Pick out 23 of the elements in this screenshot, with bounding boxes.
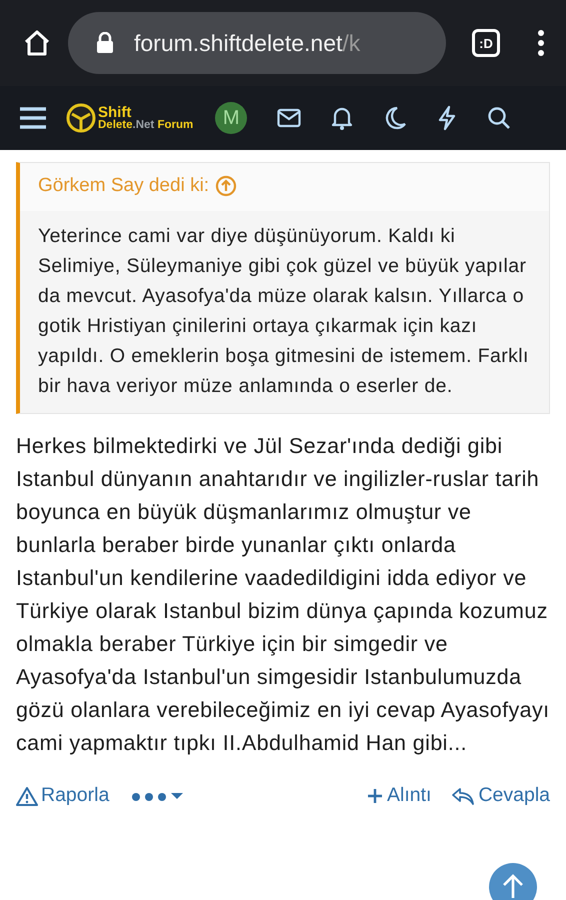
tabs-button[interactable]: :D: [472, 29, 500, 57]
reply-link[interactable]: Cevapla: [451, 784, 550, 807]
reply-arrow-icon: [451, 786, 476, 806]
site-logo[interactable]: Shift Delete.Net Forum: [66, 103, 194, 133]
url-text: forum.shiftdelete.net/k: [134, 30, 360, 56]
post-text: Herkes bilmektedirki ve Jül Sezar'ında dediği gibi Istanbul dünyanın anahtarıdır ve ingilizler-ruslar tarih boyunca en büyük düşmanlarımız olmuştur ve bunlarla beraber birde yunanlar çıktı onlarda Istanbul'un kendilerine vaadedildigini idda ediyor ve Türkiye olarak Istanbul bizim dünya çapında kozumuz olmakla beraber Türkiye için bir simgedir ve Ayasofya'da Istanbul'un simgesidir Istanbulumuzda gözü olanlara verebileceğimiz en iyi cevap Ayasofyayı cami yapmaktır tıpkı II.Abdulhamid Han gibi...: [16, 433, 550, 757]
lock-icon: [96, 32, 114, 54]
plus-icon: [366, 786, 384, 804]
envelope-icon[interactable]: [277, 108, 302, 128]
report-link[interactable]: Raporla: [16, 784, 110, 807]
menu-dots-icon[interactable]: [536, 29, 546, 57]
quote-text: Yeterince cami var diye düşünüyorum. Kaldı ki Selimiye, Süleymaniye gibi çok güzel ve büyük yapılar da mevcut. Ayasofya'da müze olarak kalsın. Yıllarca o gotik Hristiyan çinilerini ortaya çıkarmak için kazı yapıldı. O emeklerin boşa gitmesini de istemem. Farklı bir hava veriyor müze anlamında o eserler de.: [37, 224, 530, 399]
user-avatar[interactable]: M: [215, 102, 248, 134]
home-icon[interactable]: [22, 28, 52, 58]
bell-icon[interactable]: [331, 106, 354, 130]
warning-icon: [16, 786, 38, 806]
scroll-to-top-button[interactable]: [488, 862, 538, 900]
search-icon[interactable]: [487, 106, 512, 130]
moon-icon[interactable]: [383, 106, 408, 130]
lightning-icon[interactable]: [437, 105, 458, 131]
quote-link[interactable]: Alıntı: [366, 784, 432, 807]
address-bar[interactable]: forum.shiftdelete.net/k: [68, 12, 446, 74]
menu-icon[interactable]: [18, 106, 48, 130]
